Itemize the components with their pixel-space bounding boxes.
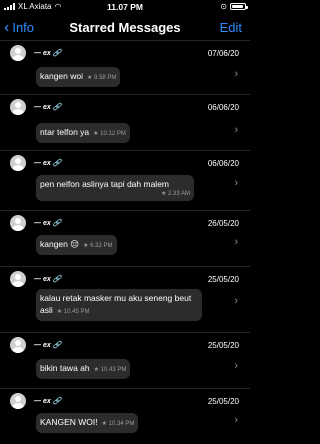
message-meta: ★ 2.33 AM bbox=[160, 191, 190, 197]
message-text: pen nelfon aslinya tapi dah malem bbox=[40, 179, 169, 189]
status-bar: XL Axiata ◠ 11.07 PM ⊙ bbox=[0, 0, 250, 14]
chevron-right-icon[interactable]: › bbox=[234, 236, 238, 248]
list-item[interactable]: — ex 🔗 25/05/20 KANGEN WOI! ★ 10.34 PM › bbox=[0, 388, 250, 440]
chevron-right-icon[interactable]: › bbox=[234, 177, 238, 189]
message-date: 25/05/20 bbox=[207, 275, 239, 284]
message-bubble: kangen 😔 ★ 6.32 PM bbox=[36, 235, 117, 255]
list-item[interactable]: — ex 🔗 07/06/20 kangen woi ★ 9.58 PM › bbox=[0, 40, 250, 94]
message-meta: ★ 10.34 PM bbox=[101, 421, 135, 427]
message-date: 06/06/20 bbox=[207, 159, 239, 168]
message-meta: ★ 10.12 PM bbox=[93, 131, 126, 137]
avatar bbox=[10, 271, 26, 287]
message-bubble: kangen woi ★ 9.58 PM bbox=[36, 67, 121, 87]
avatar bbox=[10, 215, 26, 231]
battery-icon bbox=[230, 3, 248, 10]
sender-name: — ex 🔗 bbox=[34, 50, 62, 57]
edit-button[interactable]: Edit bbox=[220, 20, 242, 35]
message-date: 26/05/20 bbox=[207, 219, 239, 228]
sender-name: — ex 🔗 bbox=[34, 342, 62, 349]
message-text: bikin tawa ah bbox=[40, 363, 90, 373]
message-bubble: pen nelfon aslinya tapi dah malem ★ 2.33… bbox=[36, 175, 194, 201]
avatar bbox=[10, 393, 26, 409]
sender-name: — ex 🔗 bbox=[34, 160, 62, 167]
list-item[interactable]: — ex 🔗 06/06/20 ntar telfon ya ★ 10.12 PM… bbox=[0, 94, 250, 150]
alarm-icon: ⊙ bbox=[220, 2, 227, 11]
chevron-right-icon[interactable]: › bbox=[234, 295, 238, 307]
message-text: KANGEN WOI! bbox=[40, 417, 98, 427]
nav-bar: ‹ Info Starred Messages Edit bbox=[0, 16, 250, 40]
status-right: ⊙ bbox=[220, 2, 248, 11]
avatar bbox=[10, 99, 26, 115]
message-meta: ★ 10.45 PM bbox=[56, 309, 90, 315]
sender-name: — ex 🔗 bbox=[34, 398, 62, 405]
list-item[interactable]: — ex 🔗 26/05/20 kangen 😔 ★ 6.32 PM › bbox=[0, 210, 250, 266]
avatar bbox=[10, 337, 26, 353]
message-bubble: bikin tawa ah ★ 10.43 PM bbox=[36, 359, 131, 379]
message-meta: ★ 9.58 PM bbox=[87, 75, 117, 81]
status-time: 11.07 PM bbox=[107, 2, 143, 12]
message-text: kangen 😔 bbox=[40, 239, 80, 249]
chevron-right-icon[interactable]: › bbox=[234, 360, 238, 372]
chevron-right-icon[interactable]: › bbox=[234, 414, 238, 426]
list-item[interactable]: — ex 🔗 25/05/20 kalau retak masker mu ak… bbox=[0, 266, 250, 332]
starred-list: — ex 🔗 07/06/20 kangen woi ★ 9.58 PM › — … bbox=[0, 40, 250, 440]
sender-name: — ex 🔗 bbox=[34, 276, 62, 283]
sender-name: — ex 🔗 bbox=[34, 104, 62, 111]
message-date: 07/06/20 bbox=[207, 49, 239, 58]
list-item[interactable]: — ex 🔗 25/05/20 bikin tawa ah ★ 10.43 PM … bbox=[0, 332, 250, 388]
sender-name: — ex 🔗 bbox=[34, 220, 62, 227]
message-text: kangen woi bbox=[40, 71, 84, 81]
message-date: 06/06/20 bbox=[207, 103, 239, 112]
message-bubble: ntar telfon ya ★ 10.12 PM bbox=[36, 123, 130, 143]
message-text: ntar telfon ya bbox=[40, 127, 90, 137]
message-meta: ★ 6.32 PM bbox=[83, 243, 113, 249]
message-bubble: KANGEN WOI! ★ 10.34 PM bbox=[36, 413, 139, 433]
message-date: 25/05/20 bbox=[207, 397, 239, 406]
avatar bbox=[10, 45, 26, 61]
chevron-right-icon[interactable]: › bbox=[234, 124, 238, 136]
message-meta: ★ 10.43 PM bbox=[93, 367, 127, 373]
message-bubble: kalau retak masker mu aku seneng beut as… bbox=[36, 289, 202, 321]
page-title: Starred Messages bbox=[69, 20, 181, 35]
message-date: 25/05/20 bbox=[207, 341, 239, 350]
avatar bbox=[10, 155, 26, 171]
list-item[interactable]: — ex 🔗 06/06/20 pen nelfon aslinya tapi … bbox=[0, 150, 250, 210]
chevron-right-icon[interactable]: › bbox=[234, 68, 238, 80]
